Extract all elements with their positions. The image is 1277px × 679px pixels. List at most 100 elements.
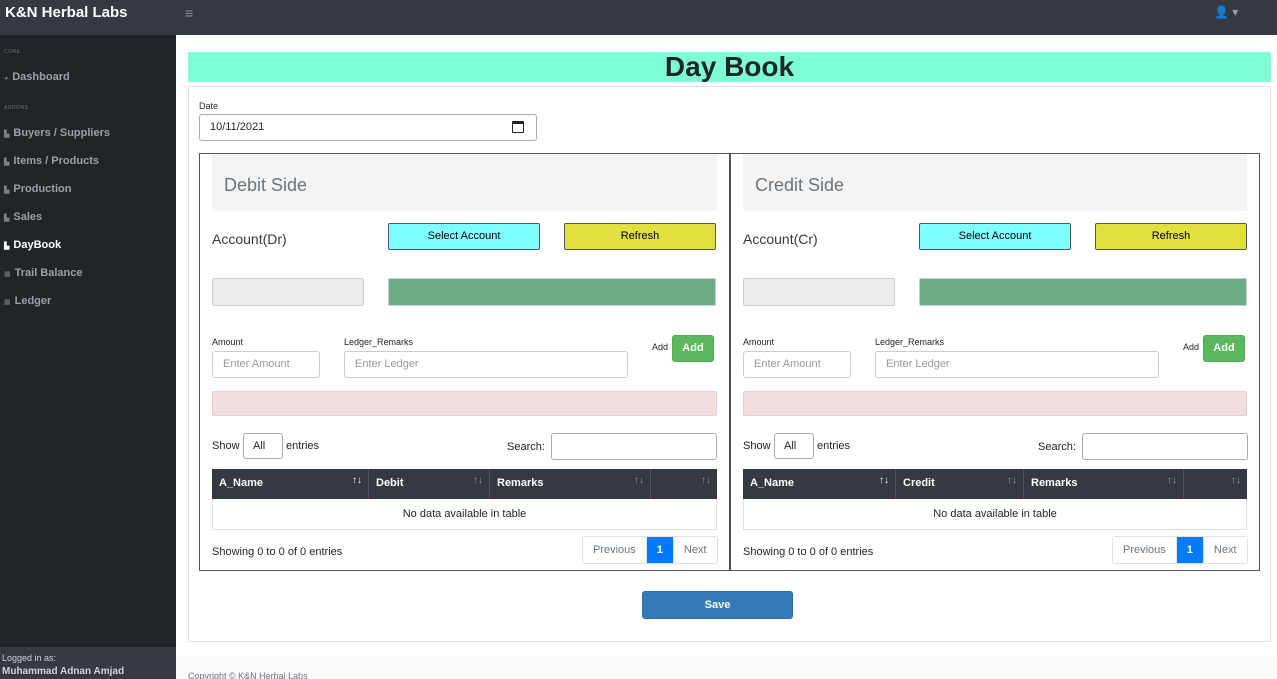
sort-icon: ↑↓: [634, 475, 644, 486]
debit-panel-title: Debit Side: [224, 175, 308, 195]
date-input[interactable]: 10/11/2021: [199, 114, 537, 141]
debit-amount-label: Amount: [212, 337, 244, 347]
calendar-icon[interactable]: [512, 121, 524, 133]
credit-entries-select[interactable]: All: [774, 433, 814, 459]
debit-ledger-remarks-input[interactable]: Enter Ledger: [344, 351, 628, 378]
credit-next-button[interactable]: Next: [1202, 537, 1247, 563]
debit-select-account-button[interactable]: Select Account: [388, 223, 540, 250]
sidebar-item-label: Trail Balance: [14, 267, 83, 279]
credit-col-actions[interactable]: ↑↓: [1184, 469, 1247, 499]
table-icon: ▦: [4, 299, 11, 306]
credit-col-a-name[interactable]: A_Name ↑↓: [743, 469, 896, 499]
credit-previous-button[interactable]: Previous: [1113, 537, 1177, 563]
column-label: Remarks: [1031, 477, 1078, 489]
sidebar-item-trail-balance[interactable]: ▦ Trail Balance: [4, 267, 83, 279]
debit-account-label: Account(Dr): [212, 231, 287, 247]
sidebar-item-sales[interactable]: ▙ Sales: [4, 211, 42, 223]
credit-account-name-field[interactable]: [919, 278, 1247, 306]
logged-in-label: Logged in as:: [2, 653, 57, 663]
debit-account-name-field[interactable]: [388, 278, 716, 306]
sidebar-item-label: Items / Products: [13, 155, 99, 167]
credit-col-credit[interactable]: Credit ↑↓: [896, 469, 1024, 499]
debit-search-label: Search:: [507, 441, 545, 453]
sidebar-item-buyers-suppliers[interactable]: ▙ Buyers / Suppliers: [4, 127, 110, 139]
chart-icon: ▙: [4, 243, 10, 250]
sidebar-item-label: Buyers / Suppliers: [13, 127, 110, 139]
sidebar-heading-core: Core: [4, 49, 21, 55]
debit-table-empty: No data available in table: [212, 499, 717, 530]
debit-col-remarks[interactable]: Remarks ↑↓: [490, 469, 651, 499]
debit-amount-input[interactable]: Enter Amount: [212, 351, 320, 378]
sidebar-item-items-products[interactable]: ▙ Items / Products: [4, 155, 99, 167]
credit-page-1-button[interactable]: 1: [1176, 537, 1203, 563]
chart-icon: ▙: [4, 131, 10, 138]
debit-add-label: Add: [652, 342, 669, 352]
credit-panel-title: Credit Side: [755, 175, 845, 195]
debit-account-code-field[interactable]: [212, 278, 364, 306]
column-label: A_Name: [219, 477, 264, 489]
column-label: Debit: [376, 477, 404, 489]
debit-page-1-button[interactable]: 1: [646, 537, 673, 563]
credit-col-remarks[interactable]: Remarks ↑↓: [1024, 469, 1184, 499]
debit-next-button[interactable]: Next: [672, 537, 717, 563]
credit-select-account-button[interactable]: Select Account: [919, 223, 1071, 250]
column-label: A_Name: [750, 477, 795, 489]
brand-title[interactable]: K&N Herbal Labs: [5, 4, 128, 21]
credit-entries-label: entries: [817, 440, 851, 452]
user-menu[interactable]: 👤 ▾: [1214, 5, 1238, 19]
chart-icon: ▙: [4, 187, 10, 194]
sidebar-footer: Logged in as: Muhammad Adnan Amjad: [0, 647, 176, 679]
debit-col-actions[interactable]: ↑↓: [651, 469, 717, 499]
caret-down-icon: ▾: [1232, 5, 1239, 19]
copyright-text: Copyright © K&N Herbal Labs: [188, 671, 308, 679]
sidebar-heading-addons: Addons: [4, 105, 29, 111]
debit-col-debit[interactable]: Debit ↑↓: [369, 469, 490, 499]
chart-icon: ▙: [4, 215, 10, 222]
credit-ledger-remarks-label: Ledger_Remarks: [875, 337, 945, 347]
debit-col-a-name[interactable]: A_Name ↑↓: [212, 469, 369, 499]
logged-in-user: Muhammad Adnan Amjad: [2, 666, 125, 677]
credit-add-button[interactable]: Add: [1203, 335, 1245, 362]
chart-icon: ▙: [4, 159, 10, 166]
debit-panel: Debit Side Account(Dr) Select Account Re…: [199, 153, 730, 571]
debit-add-button[interactable]: Add: [672, 335, 714, 362]
sidebar-item-label: Dashboard: [12, 71, 70, 83]
sort-icon: ↑↓: [701, 475, 711, 486]
credit-amount-input[interactable]: Enter Amount: [743, 351, 851, 378]
debit-refresh-button[interactable]: Refresh: [564, 223, 716, 250]
debit-show-label: Show: [212, 440, 240, 452]
save-button[interactable]: Save: [642, 591, 793, 619]
page-title: Day Book: [188, 52, 1271, 82]
debit-message-bar: [212, 391, 717, 416]
sort-icon: ↑↓: [473, 475, 483, 486]
credit-search-input[interactable]: [1082, 433, 1248, 460]
credit-search-label: Search:: [1038, 441, 1076, 453]
credit-amount-label: Amount: [743, 337, 775, 347]
debit-previous-button[interactable]: Previous: [583, 537, 647, 563]
gauge-icon: ◕: [4, 75, 9, 82]
sidebar-item-daybook[interactable]: ▙ DayBook: [4, 239, 61, 251]
sidebar-item-production[interactable]: ▙ Production: [4, 183, 71, 195]
sidebar-item-label: Ledger: [14, 295, 52, 307]
sort-icon: ↑↓: [352, 475, 362, 486]
page-footer: Copyright © K&N Herbal Labs: [176, 656, 1277, 679]
sidebar: Core ◕ Dashboard Addons ▙ Buyers / Supplie…: [0, 35, 176, 679]
debit-entries-select[interactable]: All: [243, 433, 283, 459]
credit-account-code-field[interactable]: [743, 278, 895, 306]
debit-pagination: Previous 1 Next: [582, 536, 718, 564]
credit-ledger-remarks-input[interactable]: Enter Ledger: [875, 351, 1159, 378]
debit-search-input[interactable]: [551, 433, 717, 460]
credit-table-info: Showing 0 to 0 of 0 entries: [743, 546, 874, 558]
credit-add-label: Add: [1183, 342, 1200, 352]
sidebar-item-ledger[interactable]: ▦ Ledger: [4, 295, 51, 307]
sidebar-item-label: DayBook: [13, 239, 62, 251]
credit-refresh-button[interactable]: Refresh: [1095, 223, 1247, 250]
credit-panel: Credit Side Account(Cr) Select Account R…: [730, 153, 1260, 571]
credit-panel-header: Credit Side: [743, 154, 1247, 211]
credit-show-label: Show: [743, 440, 771, 452]
bars-icon[interactable]: ≡: [185, 5, 193, 21]
sidebar-item-dashboard[interactable]: ◕ Dashboard: [4, 71, 70, 83]
sort-icon: ↑↓: [1167, 475, 1177, 486]
sidebar-item-label: Sales: [13, 211, 43, 223]
date-label: Date: [199, 101, 219, 111]
